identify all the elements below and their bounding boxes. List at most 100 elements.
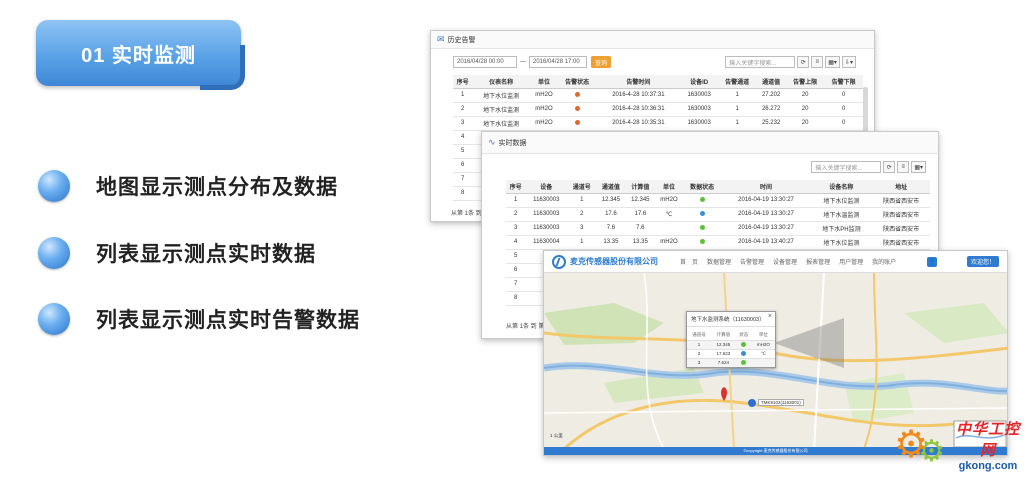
cell: 7 [506,277,526,292]
columns-icon[interactable]: ▦▾ [911,161,926,173]
cell [682,221,722,236]
cell: 2016-04-19 13:30:27 [721,221,811,236]
cell: ℃ [655,207,683,222]
export-icon[interactable]: ⇩▾ [841,56,856,68]
scale-bar: 1 公里 [550,433,563,438]
refresh-icon[interactable]: ⟳ [797,56,810,68]
column-header[interactable]: 计算值 [625,180,656,194]
cell: 地下水位监测 [472,102,531,117]
list-view-icon[interactable]: ≡ [811,56,824,68]
cell: mH2O [655,193,683,208]
cell: 11630004 [525,235,568,250]
column-header[interactable]: 通道号 [567,180,597,194]
column-header[interactable]: 告警时间 [596,75,681,89]
query-button[interactable]: 查询 [591,56,612,68]
user-icon[interactable]: 👤 [926,256,937,267]
cell: 2016-4-28 10:37:31 [596,88,681,103]
refresh-icon[interactable]: ⟳ [883,161,896,173]
nav-item-alarm[interactable]: 告警管理 [740,257,764,266]
cell: 5 [506,249,526,264]
start-date-input[interactable]: 2016/04/28 00:00 [453,56,517,68]
cell: 1 [717,88,757,103]
column-header[interactable]: 序号 [506,180,526,194]
column-header[interactable]: 数据状态 [682,180,722,194]
end-date-input[interactable]: 2016/04/28 17:00 [529,56,587,68]
map-marker-blue[interactable] [748,399,756,407]
nav-item-report[interactable]: 报表管理 [806,257,830,266]
cell: 11630003 [525,207,568,222]
cell: 2 [453,102,473,117]
column-header[interactable]: 序号 [453,75,473,89]
search-input[interactable]: 输入关键字搜索... [811,161,882,173]
cell: 1 [717,102,757,117]
cell [735,357,752,367]
column-header[interactable]: 设备ID [680,75,718,89]
cell: 5 [453,144,473,159]
realtime-toolbar: 输入关键字搜索... ⟳ ≡ ▦▾ [490,158,930,176]
table-row[interactable]: 2 地下水位监测 mH2O 2016-4-28 10:36:31 1630003… [453,102,863,117]
close-icon[interactable]: × [768,313,772,320]
column-header[interactable]: 设备 [525,180,568,194]
nav-item-data[interactable]: 数据管理 [707,257,731,266]
cell: 1 [453,88,473,103]
popup-row: 2 17.623 ℃ [687,348,775,358]
bullet-ball-icon [38,170,70,202]
cell: 地下水位监测 [810,193,873,208]
window-title-bar: ∿ 实时数据 [482,132,938,154]
table-row[interactable]: 3 地下水位监测 mH2O 2016-4-28 10:35:31 1630003… [453,116,863,131]
device-popup: 地下水监测系统（11630003） × 通道号 计算值 状态 单位 1 12.3… [686,311,776,368]
welcome-button[interactable]: 欢迎您！ [966,256,999,267]
column-header[interactable]: 仪表名称 [472,75,531,89]
history-toolbar: 2016/04/28 00:00 — 2016/04/28 17:00 查询 输… [453,53,866,71]
pagination-info: 从第 1条 到 第 [506,324,545,330]
slide: 01 实时监测 地图显示测点分布及数据 列表显示测点实时数据 列表显示测点实时告… [0,0,1027,486]
company-logo-icon [552,254,566,269]
nav-item-device[interactable]: 设备管理 [773,257,797,266]
nav-item-account[interactable]: 我的账户 [872,257,896,266]
cell: 17.6 [625,207,656,222]
cell: 13.35 [625,235,656,250]
table-row[interactable]: 2 11630003 2 17.6 17.6 ℃ 2016-04-19 13:3… [506,207,930,222]
cell: 1 [717,116,757,131]
cell: 4 [453,130,473,145]
bullet-item: 列表显示测点实时告警数据 [38,303,360,335]
cell: 8 [453,186,473,201]
list-view-icon[interactable]: ≡ [897,161,910,173]
marker-label: TMK9102(1163001) [758,399,804,406]
column-header[interactable]: 单位 [655,180,683,194]
cell [735,348,752,358]
popup-row: 3 7.624 [687,357,775,367]
column-header[interactable]: 通道值 [596,180,626,194]
status-ok-icon [741,342,747,348]
column-header[interactable]: 地址 [872,180,930,194]
column-header[interactable]: 告警上限 [785,75,825,89]
column-header[interactable]: 单位 [530,75,558,89]
columns-icon[interactable]: ▦▾ [825,56,840,68]
cell: 0 [824,88,863,103]
cell: 17.6 [596,207,626,222]
search-input[interactable]: 输入关键字搜索... [725,56,796,68]
popup-title: 地下水监测系统（11630003） [687,312,775,327]
cell: mH2O [530,116,558,131]
table-row[interactable]: 1 地下水位监测 mH2O 2016-4-28 10:37:31 1630003… [453,88,863,103]
column-header[interactable]: 通道值 [756,75,786,89]
cell: 3 [687,357,712,367]
column-header[interactable]: 告警下限 [824,75,863,89]
column-header: 状态 [739,332,749,338]
table-row[interactable]: 4 11630004 1 13.35 13.35 mH2O 2016-04-19… [506,235,930,250]
table-row[interactable]: 1 11630003 1 12.345 12.345 mH2O 2016-04-… [506,193,930,208]
table-row[interactable]: 3 11630003 3 7.6 7.6 2016-04-19 13:30:27… [506,221,930,236]
popup-table: 通道号 计算值 状态 单位 1 12.345 mH2O 2 17.623 ℃ 3… [687,331,775,367]
nav-item-user[interactable]: 用户管理 [839,257,863,266]
column-header[interactable]: 时间 [721,180,811,194]
column-header[interactable]: 告警状态 [557,75,597,89]
nav-item-home[interactable]: 首 页 [680,257,698,266]
column-header[interactable]: 设备名称 [810,180,873,194]
column-header[interactable]: 告警通道 [717,75,757,89]
cell: 6 [506,263,526,278]
watermark-cn: 中华工控网 [955,421,1020,459]
cell [682,235,722,250]
cell: 12.345 [596,193,626,208]
cell: 17.623 [711,348,736,358]
cell: 1630003 [680,88,718,103]
